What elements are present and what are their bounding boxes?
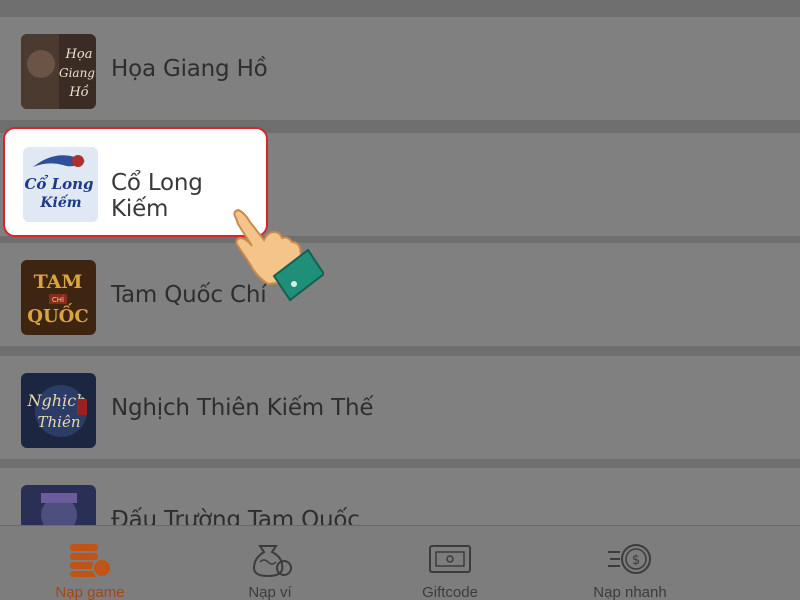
game-name: Nghịch Thiên Kiếm Thế bbox=[111, 395, 374, 421]
bottom-tab-bar: Nạp game Nạp ví Giftcode $ Nạp nhanh bbox=[0, 525, 800, 600]
money-bag-icon bbox=[246, 540, 294, 578]
game-list: Họa Giang Hồ Họa Giang Hồ TAM CHÍ QUỐC T… bbox=[0, 0, 800, 525]
list-item[interactable]: Nghịch Thiên Nghịch Thiên Kiếm Thế bbox=[0, 356, 800, 459]
list-item[interactable]: Đấu Trường Tam Quốc bbox=[0, 468, 800, 525]
tab-label: Nạp ví bbox=[248, 584, 292, 600]
tab-nap-nhanh[interactable]: $ Nạp nhanh bbox=[540, 526, 720, 600]
game-name: Họa Giang Hồ bbox=[111, 56, 268, 82]
dau-truong-tam-quoc-logo bbox=[21, 485, 96, 525]
tab-label: Nạp nhanh bbox=[593, 584, 667, 600]
svg-text:Thiên: Thiên bbox=[37, 413, 80, 431]
nghich-thien-kiem-the-logo: Nghịch Thiên bbox=[21, 373, 96, 448]
svg-text:Kiếm: Kiếm bbox=[39, 193, 81, 211]
list-item[interactable]: TAM CHÍ QUỐC Tam Quốc Chí bbox=[0, 243, 800, 346]
tab-nap-game[interactable]: Nạp game bbox=[0, 526, 180, 600]
co-long-kiem-logo: Cổ Long Kiếm bbox=[23, 147, 98, 222]
tab-label: Giftcode bbox=[422, 584, 478, 600]
pointing-hand-icon bbox=[228, 206, 326, 306]
svg-text:$: $ bbox=[632, 553, 640, 568]
tab-label: Nạp game bbox=[55, 584, 125, 600]
svg-text:Giang: Giang bbox=[59, 66, 95, 80]
svg-text:Hồ: Hồ bbox=[68, 84, 88, 100]
svg-text:CHÍ: CHÍ bbox=[52, 295, 64, 304]
svg-text:TAM: TAM bbox=[34, 271, 83, 293]
tab-nap-vi[interactable]: Nạp ví bbox=[180, 526, 360, 600]
ticket-icon bbox=[426, 540, 474, 578]
svg-text:Cổ Long: Cổ Long bbox=[24, 175, 93, 193]
svg-text:Họa: Họa bbox=[65, 47, 93, 62]
list-item[interactable]: Họa Giang Hồ Họa Giang Hồ bbox=[0, 17, 800, 120]
coin-stack-icon bbox=[66, 540, 114, 578]
game-name: Đấu Trường Tam Quốc bbox=[111, 507, 360, 525]
fast-coin-icon: $ bbox=[606, 540, 654, 578]
hoa-giang-ho-logo: Họa Giang Hồ bbox=[21, 34, 96, 109]
tam-quoc-chi-logo: TAM CHÍ QUỐC bbox=[21, 260, 96, 335]
tab-giftcode[interactable]: Giftcode bbox=[360, 526, 540, 600]
svg-text:QUỐC: QUỐC bbox=[27, 302, 88, 327]
